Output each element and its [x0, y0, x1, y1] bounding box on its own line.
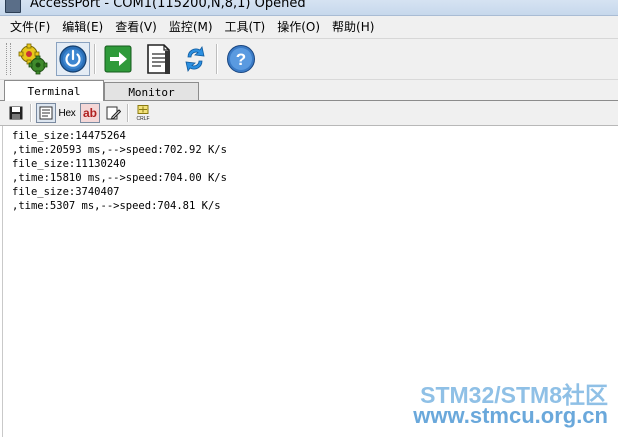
- connect-button[interactable]: [56, 42, 90, 76]
- window-title: AccessPort - COM1(115200,N,8,1) Opened: [30, 0, 306, 11]
- menu-operate[interactable]: 操作(O): [271, 17, 326, 37]
- menu-view[interactable]: 查看(V): [109, 17, 163, 37]
- terminal-line: ,time:15810 ms,-->speed:704.00 K/s: [12, 172, 227, 184]
- toolbar-separator: [216, 44, 218, 74]
- hex-label: Hex: [58, 107, 76, 119]
- app-icon: [5, 0, 21, 13]
- svg-text:?: ?: [236, 50, 246, 69]
- document-button[interactable]: [141, 42, 175, 76]
- send-arrow-icon: [104, 45, 132, 73]
- menu-tools[interactable]: 工具(T): [219, 17, 272, 37]
- document-icon: [147, 44, 170, 74]
- text-view-button[interactable]: [36, 103, 56, 123]
- crlf-label: CRLF: [136, 115, 150, 122]
- tab-terminal[interactable]: Terminal: [4, 80, 104, 101]
- menu-monitor[interactable]: 监控(M): [163, 17, 219, 37]
- settings-gears-icon: [18, 43, 48, 75]
- save-button[interactable]: [6, 103, 26, 123]
- save-icon: [9, 106, 23, 120]
- tab-monitor[interactable]: Monitor: [104, 82, 199, 101]
- text-mode-icon: [39, 106, 53, 120]
- ab-label: ab: [82, 106, 97, 120]
- edit-button[interactable]: [103, 103, 123, 123]
- menu-file[interactable]: 文件(F): [0, 17, 56, 37]
- watermark-url: www.stmcu.org.cn: [413, 403, 608, 428]
- refresh-arrows-icon: [185, 45, 205, 73]
- terminal-line: ,time:5307 ms,-->speed:704.81 K/s: [12, 200, 221, 212]
- toolbar-separator: [30, 104, 32, 122]
- refresh-button[interactable]: [178, 42, 212, 76]
- menu-bar: 文件(F) 编辑(E) 查看(V) 监控(M) 工具(T) 操作(O) 帮助(H…: [0, 16, 618, 39]
- terminal-line: ,time:20593 ms,-->speed:702.92 K/s: [12, 144, 227, 156]
- toolbar-separator: [94, 44, 96, 74]
- toolbar-separator: [127, 104, 129, 122]
- menu-edit[interactable]: 编辑(E): [56, 17, 109, 37]
- ab-button[interactable]: ab: [80, 103, 100, 123]
- crlf-button[interactable]: CRLF: [133, 103, 153, 123]
- power-icon: [59, 45, 87, 73]
- title-bar: AccessPort - COM1(115200,N,8,1) Opened: [0, 0, 618, 16]
- terminal-line: file_size:11130240: [12, 158, 126, 170]
- terminal-line: file_size:14475264: [12, 130, 126, 142]
- send-button[interactable]: [101, 42, 135, 76]
- help-icon: ?: [227, 45, 255, 73]
- crlf-icon: [137, 104, 149, 114]
- hex-button[interactable]: Hex: [57, 103, 77, 123]
- terminal-line: file_size:3740407: [12, 186, 120, 198]
- settings-button[interactable]: [16, 42, 50, 76]
- toolbar-grip[interactable]: [6, 43, 11, 75]
- main-toolbar: ?: [0, 39, 618, 80]
- tab-bar: Terminal Monitor: [0, 80, 618, 101]
- terminal-lines: file_size:14475264 ,time:20593 ms,-->spe…: [12, 129, 227, 213]
- terminal-toolbar: Hex ab CRLF: [0, 101, 618, 126]
- pencil-icon: [106, 106, 121, 120]
- menu-help[interactable]: 帮助(H): [326, 17, 380, 37]
- help-button[interactable]: ?: [224, 42, 258, 76]
